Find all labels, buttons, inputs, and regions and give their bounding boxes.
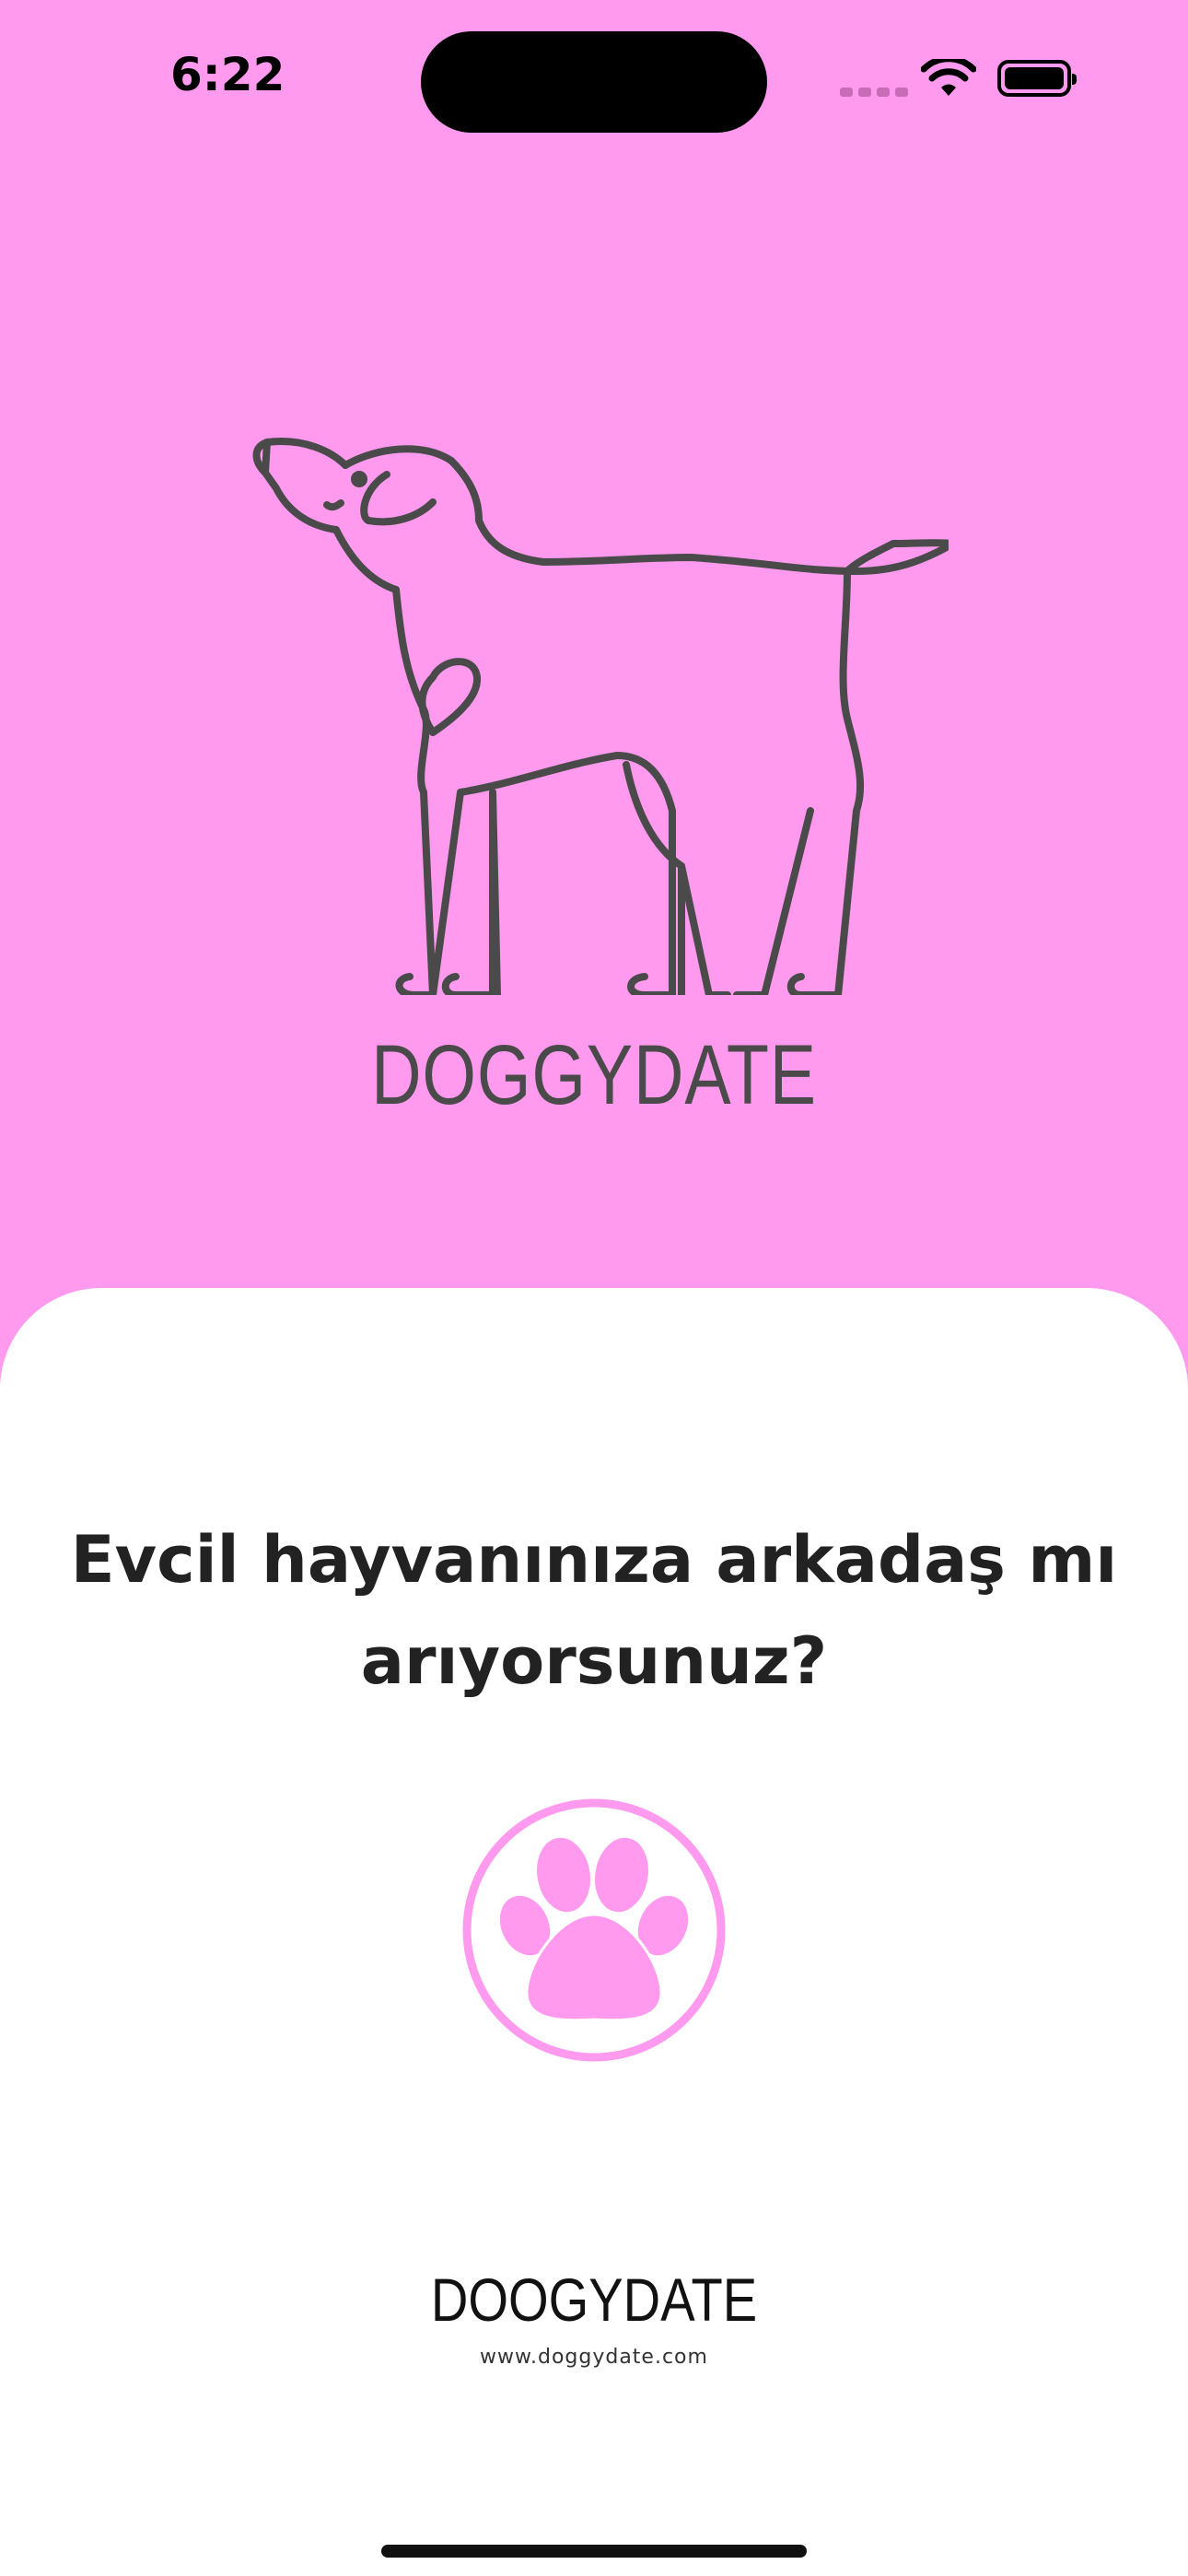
wifi-icon xyxy=(921,59,976,96)
home-indicator[interactable] xyxy=(381,2545,807,2558)
status-time: 6:22 xyxy=(170,48,285,101)
dog-with-heart-illustration xyxy=(252,438,949,995)
dynamic-island xyxy=(421,31,767,133)
footer-brand: DOOGYDATE xyxy=(430,2266,758,2334)
paw-icon xyxy=(462,1798,726,2062)
battery-icon xyxy=(997,60,1077,97)
welcome-headline: Evcil hayvanınıza arkadaş mı arıyorsunuz… xyxy=(70,1522,1118,1699)
bottom-sheet: Evcil hayvanınıza arkadaş mı arıyorsunuz… xyxy=(0,1288,1188,2576)
hero-section: DOGGYDATE xyxy=(0,157,1188,1290)
brand-logo-title: DOGGYDATE xyxy=(371,1028,817,1122)
status-bar: 6:22 xyxy=(0,0,1188,157)
footer-url[interactable]: www.doggydate.com xyxy=(0,2346,1188,2369)
cellular-signal-icon xyxy=(840,85,914,101)
